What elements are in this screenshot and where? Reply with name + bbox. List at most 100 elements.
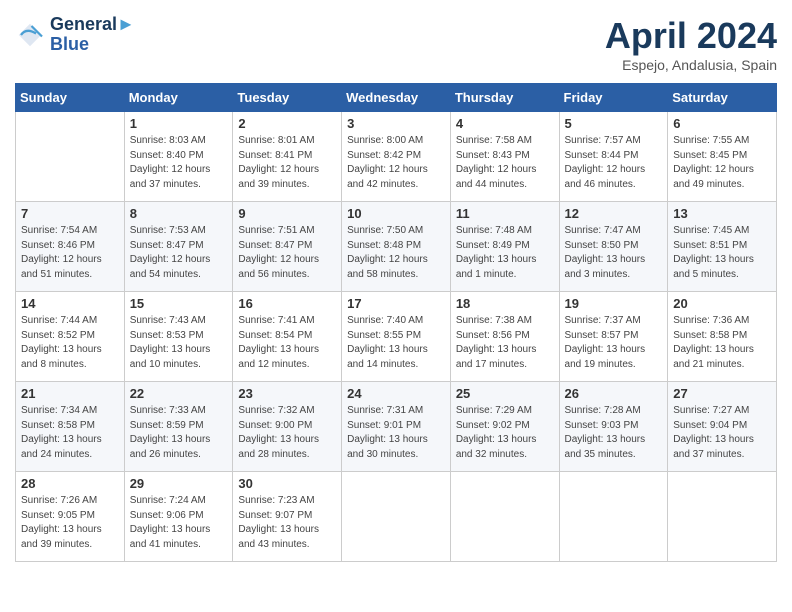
calendar-cell: 1 Sunrise: 8:03 AM Sunset: 8:40 PM Daylig… — [124, 112, 233, 202]
calendar-cell: 22 Sunrise: 7:33 AM Sunset: 8:59 PM Dayli… — [124, 382, 233, 472]
calendar-cell: 6 Sunrise: 7:55 AM Sunset: 8:45 PM Daylig… — [668, 112, 777, 202]
day-number: 7 — [21, 206, 119, 221]
calendar-cell: 30 Sunrise: 7:23 AM Sunset: 9:07 PM Dayli… — [233, 472, 342, 562]
day-number: 1 — [130, 116, 228, 131]
calendar-cell: 17 Sunrise: 7:40 AM Sunset: 8:55 PM Dayli… — [342, 292, 451, 382]
calendar-cell: 3Sunrise: 8:00 AM Sunset: 8:42 PM Daylig… — [342, 112, 451, 202]
calendar-cell: 2Sunrise: 8:01 AM Sunset: 8:41 PM Daylig… — [233, 112, 342, 202]
calendar-cell: 24 Sunrise: 7:31 AM Sunset: 9:01 PM Dayli… — [342, 382, 451, 472]
calendar-cell: 23 Sunrise: 7:32 AM Sunset: 9:00 PM Dayli… — [233, 382, 342, 472]
cell-info: Sunrise: 7:45 AM Sunset: 8:51 PM Dayligh… — [673, 224, 771, 282]
cell-info: Sunrise: 7:32 AM Sunset: 9:00 PM Dayligh… — [238, 404, 336, 462]
day-number: 8 — [130, 206, 228, 221]
calendar-cell: 14 Sunrise: 7:44 AM Sunset: 8:52 PM Dayli… — [16, 292, 125, 382]
day-number: 15 — [130, 296, 228, 311]
day-number: 22 — [130, 386, 228, 401]
cell-info: Sunrise: 7:36 AM Sunset: 8:58 PM Dayligh… — [673, 314, 771, 372]
cell-info: Sunrise: 7:44 AM Sunset: 8:52 PM Dayligh… — [21, 314, 119, 372]
day-number: 30 — [238, 476, 336, 491]
calendar-cell: 25 Sunrise: 7:29 AM Sunset: 9:02 PM Dayli… — [450, 382, 559, 472]
cell-info: Sunrise: 7:34 AM Sunset: 8:58 PM Dayligh… — [21, 404, 119, 462]
cell-info: Sunrise: 7:29 AM Sunset: 9:02 PM Dayligh… — [456, 404, 554, 462]
day-number: 14 — [21, 296, 119, 311]
cell-info: Sunrise: 7:58 AM Sunset: 8:43 PM Dayligh… — [456, 134, 554, 192]
cell-info: Sunrise: 8:03 AM Sunset: 8:40 PM Dayligh… — [130, 134, 228, 192]
cell-info: Sunrise: 7:47 AM Sunset: 8:50 PM Dayligh… — [565, 224, 663, 282]
cell-info: Sunrise: 7:48 AM Sunset: 8:49 PM Dayligh… — [456, 224, 554, 282]
day-number: 23 — [238, 386, 336, 401]
day-number: 28 — [21, 476, 119, 491]
calendar-cell: 21 Sunrise: 7:34 AM Sunset: 8:58 PM Dayli… — [16, 382, 125, 472]
calendar-cell — [668, 472, 777, 562]
cell-info: Sunrise: 7:31 AM Sunset: 9:01 PM Dayligh… — [347, 404, 445, 462]
day-number: 25 — [456, 386, 554, 401]
calendar-cell: 27 Sunrise: 7:27 AM Sunset: 9:04 PM Dayli… — [668, 382, 777, 472]
calendar-cell: 4 Sunrise: 7:58 AM Sunset: 8:43 PM Daylig… — [450, 112, 559, 202]
cell-info: Sunrise: 7:37 AM Sunset: 8:57 PM Dayligh… — [565, 314, 663, 372]
week-row-1: 1 Sunrise: 8:03 AM Sunset: 8:40 PM Daylig… — [16, 112, 777, 202]
day-number: 19 — [565, 296, 663, 311]
calendar-cell — [342, 472, 451, 562]
calendar-cell — [559, 472, 668, 562]
col-header-friday: Friday — [559, 84, 668, 112]
week-row-5: 28Sunrise: 7:26 AM Sunset: 9:05 PM Dayli… — [16, 472, 777, 562]
cell-info: Sunrise: 7:57 AM Sunset: 8:44 PM Dayligh… — [565, 134, 663, 192]
calendar-cell: 11 Sunrise: 7:48 AM Sunset: 8:49 PM Dayli… — [450, 202, 559, 292]
day-number: 20 — [673, 296, 771, 311]
day-number: 11 — [456, 206, 554, 221]
location: Espejo, Andalusia, Spain — [605, 57, 777, 73]
cell-info: Sunrise: 7:40 AM Sunset: 8:55 PM Dayligh… — [347, 314, 445, 372]
cell-info: Sunrise: 7:33 AM Sunset: 8:59 PM Dayligh… — [130, 404, 228, 462]
cell-info: Sunrise: 7:23 AM Sunset: 9:07 PM Dayligh… — [238, 494, 336, 552]
cell-info: Sunrise: 7:41 AM Sunset: 8:54 PM Dayligh… — [238, 314, 336, 372]
day-number: 9 — [238, 206, 336, 221]
day-number: 3 — [347, 116, 445, 131]
col-header-monday: Monday — [124, 84, 233, 112]
calendar-cell — [450, 472, 559, 562]
day-number: 18 — [456, 296, 554, 311]
calendar-cell: 26Sunrise: 7:28 AM Sunset: 9:03 PM Dayli… — [559, 382, 668, 472]
day-number: 4 — [456, 116, 554, 131]
cell-info: Sunrise: 7:50 AM Sunset: 8:48 PM Dayligh… — [347, 224, 445, 282]
day-number: 17 — [347, 296, 445, 311]
page-header: General► Blue April 2024 Espejo, Andalus… — [15, 15, 777, 73]
calendar-cell — [16, 112, 125, 202]
calendar-cell: 12 Sunrise: 7:47 AM Sunset: 8:50 PM Dayli… — [559, 202, 668, 292]
day-number: 6 — [673, 116, 771, 131]
day-number: 26 — [565, 386, 663, 401]
calendar-cell: 28Sunrise: 7:26 AM Sunset: 9:05 PM Dayli… — [16, 472, 125, 562]
calendar-cell: 13Sunrise: 7:45 AM Sunset: 8:51 PM Dayli… — [668, 202, 777, 292]
cell-info: Sunrise: 7:43 AM Sunset: 8:53 PM Dayligh… — [130, 314, 228, 372]
month-title: April 2024 — [605, 15, 777, 57]
calendar-cell: 8 Sunrise: 7:53 AM Sunset: 8:47 PM Daylig… — [124, 202, 233, 292]
calendar-cell: 10Sunrise: 7:50 AM Sunset: 8:48 PM Dayli… — [342, 202, 451, 292]
calendar-cell: 7Sunrise: 7:54 AM Sunset: 8:46 PM Daylig… — [16, 202, 125, 292]
day-number: 27 — [673, 386, 771, 401]
day-number: 21 — [21, 386, 119, 401]
header-row: SundayMondayTuesdayWednesdayThursdayFrid… — [16, 84, 777, 112]
cell-info: Sunrise: 7:53 AM Sunset: 8:47 PM Dayligh… — [130, 224, 228, 282]
calendar-cell: 18Sunrise: 7:38 AM Sunset: 8:56 PM Dayli… — [450, 292, 559, 382]
calendar-cell: 15 Sunrise: 7:43 AM Sunset: 8:53 PM Dayli… — [124, 292, 233, 382]
day-number: 16 — [238, 296, 336, 311]
day-number: 24 — [347, 386, 445, 401]
cell-info: Sunrise: 7:27 AM Sunset: 9:04 PM Dayligh… — [673, 404, 771, 462]
col-header-sunday: Sunday — [16, 84, 125, 112]
calendar-cell: 16 Sunrise: 7:41 AM Sunset: 8:54 PM Dayli… — [233, 292, 342, 382]
cell-info: Sunrise: 7:51 AM Sunset: 8:47 PM Dayligh… — [238, 224, 336, 282]
day-number: 12 — [565, 206, 663, 221]
week-row-3: 14 Sunrise: 7:44 AM Sunset: 8:52 PM Dayli… — [16, 292, 777, 382]
day-number: 2 — [238, 116, 336, 131]
week-row-2: 7Sunrise: 7:54 AM Sunset: 8:46 PM Daylig… — [16, 202, 777, 292]
title-area: April 2024 Espejo, Andalusia, Spain — [605, 15, 777, 73]
day-number: 29 — [130, 476, 228, 491]
cell-info: Sunrise: 7:55 AM Sunset: 8:45 PM Dayligh… — [673, 134, 771, 192]
calendar-cell: 5Sunrise: 7:57 AM Sunset: 8:44 PM Daylig… — [559, 112, 668, 202]
col-header-saturday: Saturday — [668, 84, 777, 112]
col-header-tuesday: Tuesday — [233, 84, 342, 112]
calendar-table: SundayMondayTuesdayWednesdayThursdayFrid… — [15, 83, 777, 562]
calendar-cell: 20 Sunrise: 7:36 AM Sunset: 8:58 PM Dayli… — [668, 292, 777, 382]
logo-text: General► Blue — [50, 15, 135, 55]
col-header-thursday: Thursday — [450, 84, 559, 112]
logo-icon — [15, 20, 45, 50]
